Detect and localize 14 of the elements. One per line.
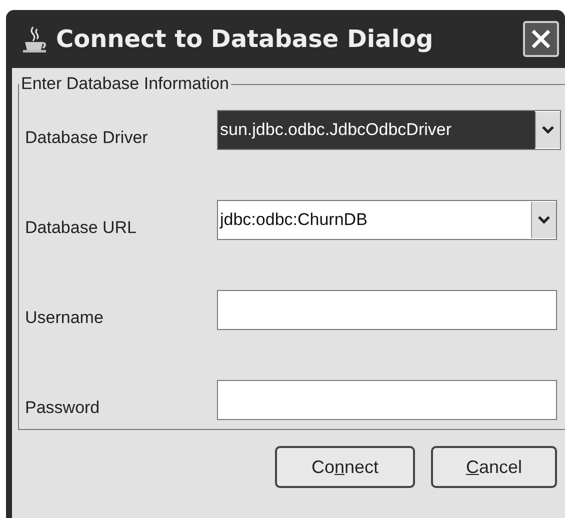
dropdown[interactable]: jdbc:odbc:ChurnDB xyxy=(217,200,557,240)
close-button[interactable] xyxy=(523,21,559,57)
field-label: Database URL xyxy=(25,217,138,238)
dropdown[interactable]: sun.jdbc.odbc.JdbcOdbcDriver xyxy=(217,110,561,150)
dialog-button[interactable]: Cancel xyxy=(431,446,557,488)
field-label: Username xyxy=(25,307,104,328)
field-label: Password xyxy=(25,397,101,418)
dialog-button[interactable]: Connect xyxy=(275,446,415,488)
window-title: Connect to Database Dialog xyxy=(56,25,434,53)
password-field[interactable] xyxy=(217,380,557,420)
field-label: Database Driver xyxy=(25,127,149,148)
username-field[interactable] xyxy=(217,290,557,330)
group-title: Enter Database Information xyxy=(20,74,230,94)
coffee-cup-icon xyxy=(22,25,48,53)
